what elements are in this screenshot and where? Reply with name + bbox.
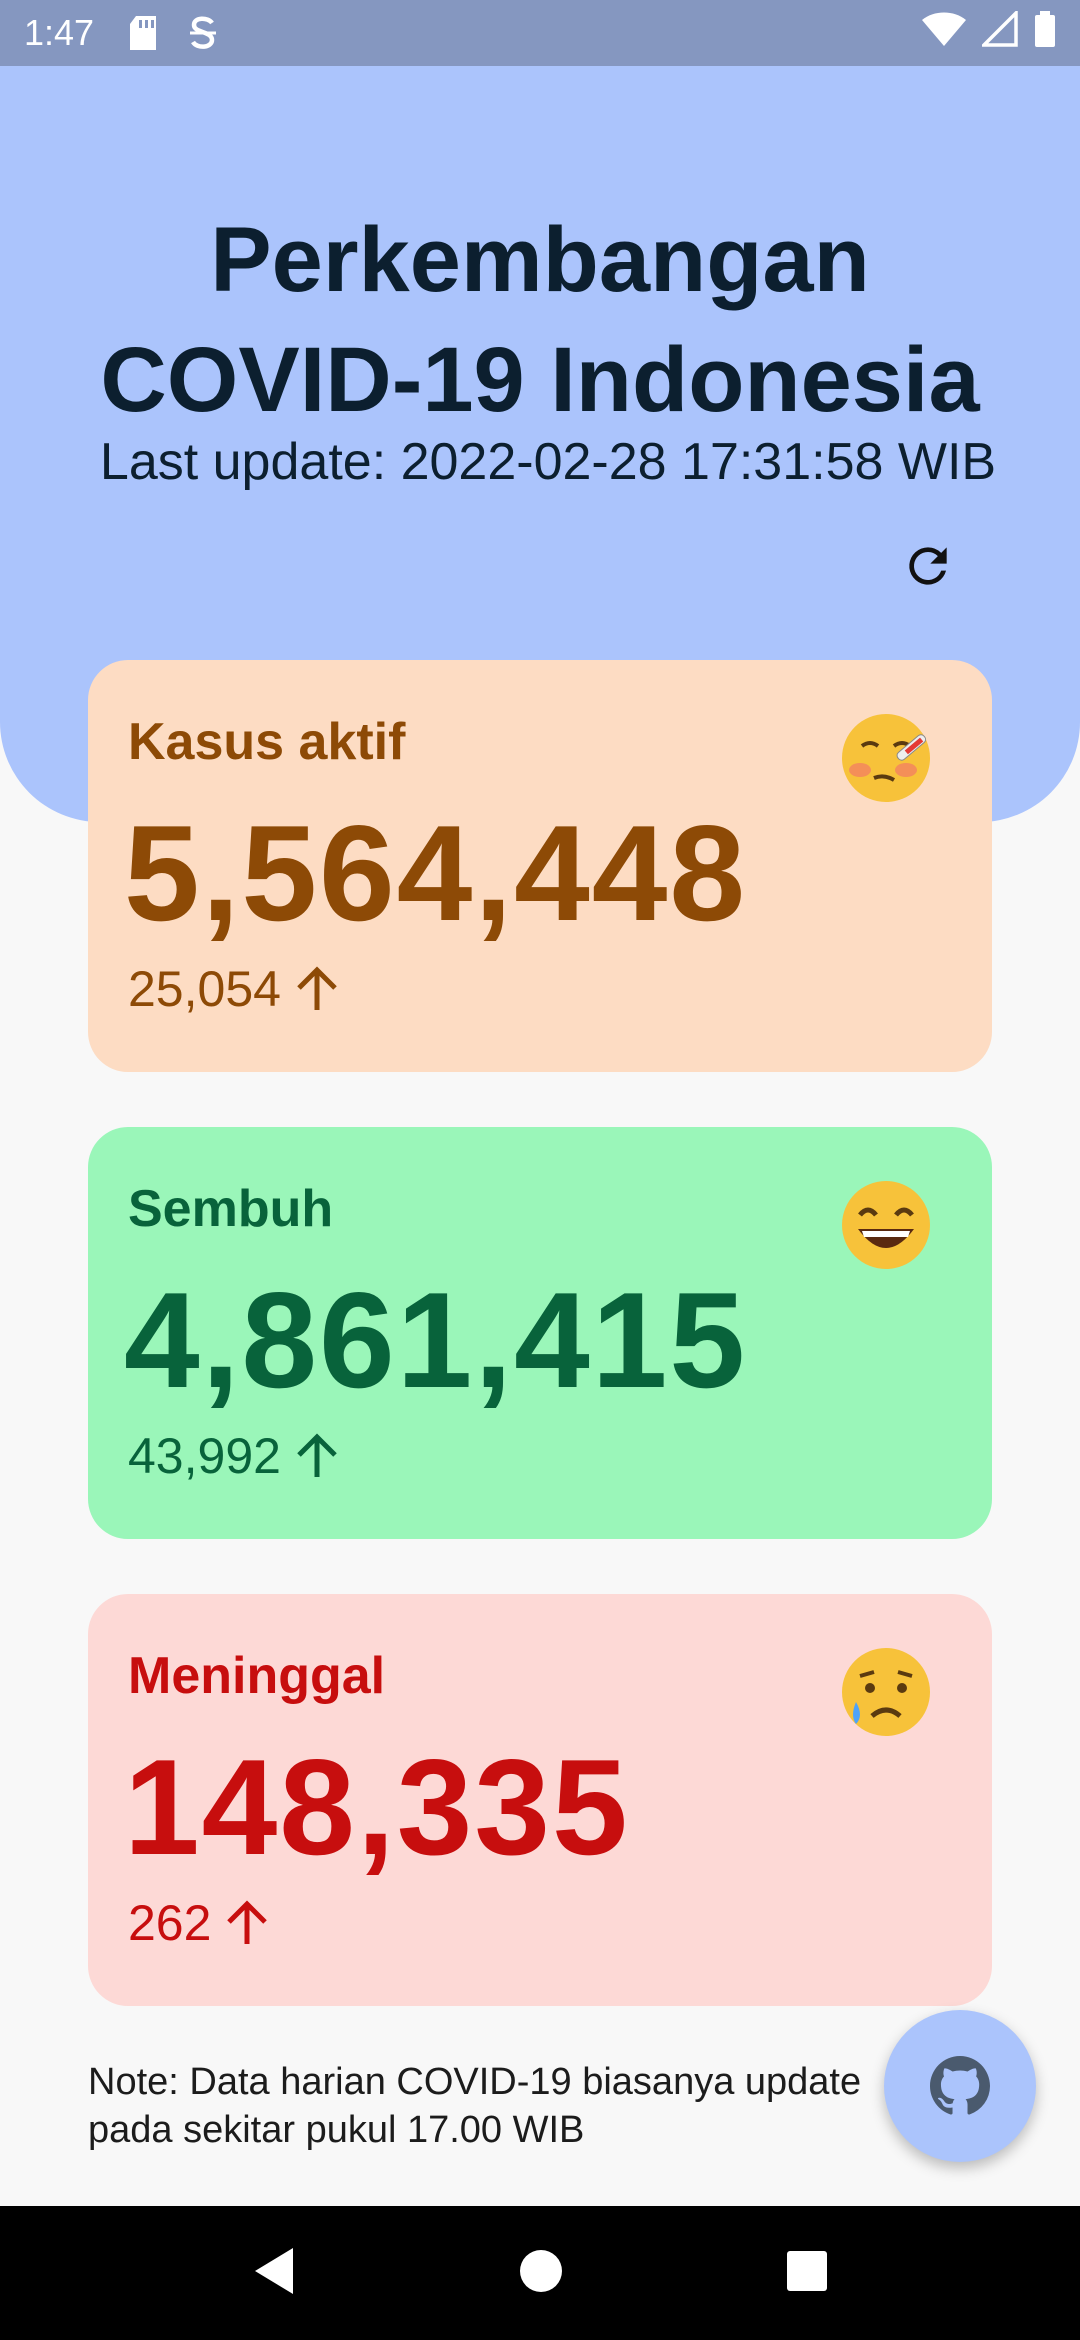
card-value: 148,335 — [124, 1731, 630, 1883]
system-nav-bar — [0, 2206, 1080, 2340]
title-line-1: Perkembangan — [210, 209, 870, 311]
crying-face-icon — [842, 1648, 930, 1736]
grinning-face-icon — [842, 1181, 930, 1269]
page-title: Perkembangan COVID-19 Indonesia — [0, 200, 1080, 440]
back-icon[interactable] — [251, 2246, 297, 2301]
refresh-button[interactable] — [896, 534, 960, 598]
card-delta: 25,054 — [128, 960, 339, 1018]
wifi-icon — [922, 12, 966, 55]
refresh-icon — [909, 547, 947, 585]
card-delta: 43,992 — [128, 1427, 339, 1485]
arrow-up-icon — [227, 1900, 268, 1944]
last-update-text: Last update: 2022-02-28 17:31:58 WIB — [99, 433, 997, 491]
card-value: 5,564,448 — [124, 797, 748, 949]
card-recovered: Sembuh 4,861,415 43,992 — [88, 1127, 992, 1539]
title-line-2: COVID-19 Indonesia — [100, 329, 980, 431]
card-label: Kasus aktif — [128, 713, 406, 771]
github-fab-button[interactable] — [884, 2010, 1036, 2162]
github-icon — [930, 2056, 990, 2115]
delta-value: 262 — [128, 1895, 212, 1951]
signal-icon — [979, 8, 1018, 56]
card-delta: 262 — [128, 1894, 269, 1952]
sd-card-icon — [128, 16, 158, 50]
card-label: Sembuh — [128, 1180, 334, 1238]
arrow-up-icon — [297, 966, 337, 1010]
note-text: Note: Data harian COVID-19 biasanya upda… — [88, 2061, 862, 2151]
arrow-up-icon — [297, 1433, 337, 1477]
home-icon[interactable] — [518, 2248, 564, 2299]
delta-value: 43,992 — [128, 1428, 281, 1484]
delta-value: 25,054 — [128, 961, 281, 1017]
card-value: 4,861,415 — [124, 1264, 748, 1416]
battery-icon — [1034, 10, 1056, 56]
face-with-thermometer-icon — [842, 714, 930, 802]
status-time: 1:47 — [24, 12, 95, 53]
card-label: Meninggal — [128, 1647, 386, 1705]
card-deaths: Meninggal 148,335 262 — [88, 1594, 992, 2006]
card-active-cases: Kasus aktif 5,564,448 25,054 — [88, 660, 992, 1072]
s-app-icon — [188, 15, 218, 51]
status-bar: 1:47 — [0, 0, 1080, 66]
recents-icon[interactable] — [785, 2249, 829, 2298]
